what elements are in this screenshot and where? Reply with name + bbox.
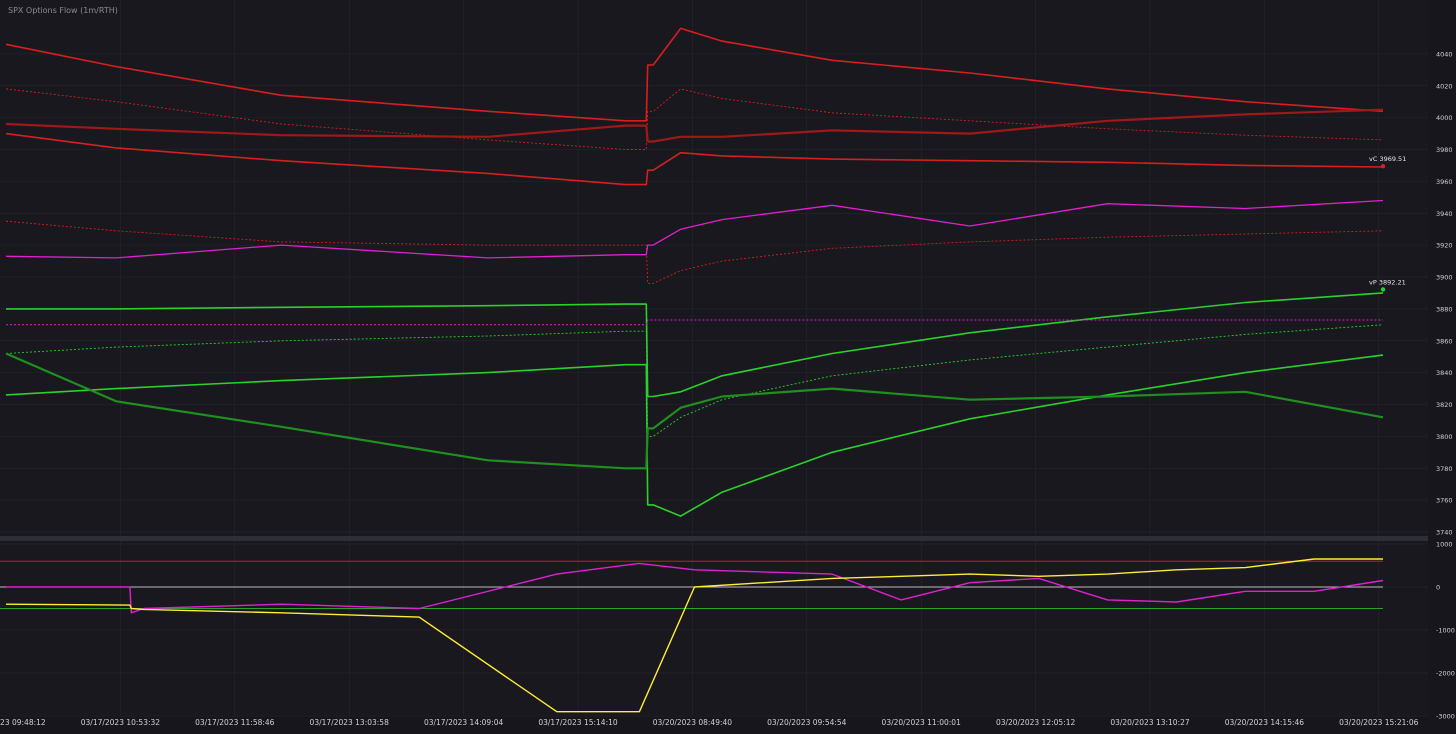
y-tick-label: -3000 [1436, 713, 1455, 721]
lower-panel [0, 541, 1428, 715]
x-tick-label: 03/17/2023 10:53:32 [81, 718, 161, 727]
value-label: vC 3969.51 [1369, 155, 1406, 163]
y-tick-label: 3800 [1436, 433, 1453, 441]
y-tick-label: -1000 [1436, 627, 1455, 635]
y-tick-label: 4040 [1436, 50, 1453, 58]
main-panel [0, 0, 1428, 536]
x-tick-label: 03/17/2023 13:03:58 [310, 718, 390, 727]
x-tick-label: 03/20/2023 13:10:27 [1110, 718, 1190, 727]
x-tick-label: 03/17/2023 11:58:46 [195, 718, 275, 727]
options-flow-chart: 03/17/2023 09:48:1203/17/2023 10:53:3203… [0, 0, 1456, 730]
y-tick-label: 3760 [1436, 497, 1453, 505]
chart-window: 03/17/2023 09:48:1203/17/2023 10:53:3203… [0, 0, 1456, 730]
y-tick-label: 3740 [1436, 529, 1453, 537]
y-tick-label: 3920 [1436, 242, 1453, 250]
value-marker [1380, 164, 1386, 169]
value-label: vP 3892.21 [1369, 278, 1406, 286]
x-tick-label: 03/20/2023 14:15:46 [1225, 718, 1305, 727]
x-tick-label: 03/20/2023 12:05:12 [996, 718, 1076, 727]
y-tick-label: 1000 [1436, 541, 1453, 549]
y-tick-label: 3820 [1436, 401, 1453, 409]
y-tick-label: 3960 [1436, 178, 1453, 186]
y-tick-label: 3840 [1436, 369, 1453, 377]
y-tick-label: 4000 [1436, 114, 1453, 122]
y-tick-label: 3780 [1436, 465, 1453, 473]
x-tick-label: 03/20/2023 11:00:01 [882, 718, 962, 727]
chart-title: SPX Options Flow (1m/RTH) [8, 6, 118, 15]
y-tick-label: 0 [1436, 584, 1440, 592]
y-tick-label: 3900 [1436, 274, 1453, 282]
x-tick-label: 03/17/2023 15:14:10 [538, 718, 618, 727]
x-tick-label: 03/20/2023 09:54:54 [767, 718, 847, 727]
y-tick-label: 3860 [1436, 337, 1453, 345]
value-marker [1380, 287, 1386, 292]
x-tick-label: 03/20/2023 15:21:06 [1339, 718, 1419, 727]
x-tick-label: 03/20/2023 08:49:40 [653, 718, 733, 727]
x-tick-label: 03/17/2023 14:09:04 [424, 718, 504, 727]
y-tick-label: 3940 [1436, 210, 1453, 218]
x-tick-label: 03/17/2023 09:48:12 [0, 718, 46, 727]
y-tick-label: 3880 [1436, 305, 1453, 313]
y-tick-label: 4020 [1436, 82, 1453, 90]
y-axis-strip [1428, 0, 1456, 730]
panel-divider [0, 536, 1428, 541]
y-tick-label: 3980 [1436, 146, 1453, 154]
y-tick-label: -2000 [1436, 670, 1455, 678]
